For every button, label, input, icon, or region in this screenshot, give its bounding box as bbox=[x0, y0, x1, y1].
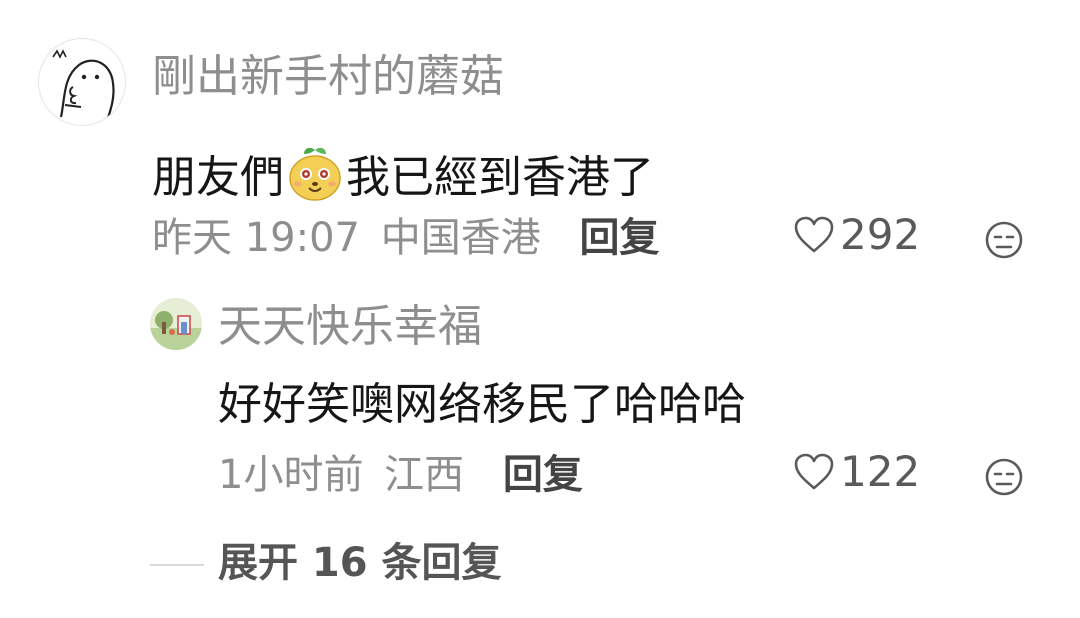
expand-replies-button[interactable]: 展开 16 条回复 bbox=[218, 543, 502, 583]
reply-text: 好好笑噢网络移民了哈哈哈 bbox=[218, 379, 746, 430]
doodle-avatar-icon bbox=[52, 49, 115, 122]
comment-text-after: 我已經到香港了 bbox=[346, 152, 654, 203]
reply-username[interactable]: 天天快乐幸福 bbox=[218, 305, 482, 349]
comment-like-count: 292 bbox=[840, 210, 921, 259]
mushroom-face-emoji-icon bbox=[286, 144, 344, 210]
comment-location: 中国香港 bbox=[380, 215, 541, 261]
reply-meta: 1小时前 江西 回复 bbox=[218, 455, 583, 495]
comment-reply-button[interactable]: 回复 bbox=[579, 215, 659, 261]
comment-like-button[interactable]: 292 bbox=[792, 214, 920, 256]
reply-like-button[interactable]: 122 bbox=[792, 451, 920, 493]
meh-face-icon bbox=[985, 221, 1023, 259]
comment-text: 朋友們 我已經到香港了 bbox=[152, 144, 654, 210]
comment-meta: 昨天 19:07 中国香港 回复 bbox=[152, 218, 659, 258]
comment-time: 昨天 19:07 bbox=[152, 215, 360, 261]
avatar[interactable] bbox=[38, 38, 126, 126]
comment-text-before: 朋友們 bbox=[152, 152, 284, 203]
comment-dislike-button[interactable] bbox=[984, 220, 1024, 264]
reply-like-count: 122 bbox=[840, 447, 921, 496]
scenery-avatar-icon bbox=[150, 298, 202, 350]
reply-location: 江西 bbox=[384, 452, 465, 498]
heart-icon bbox=[794, 453, 834, 490]
meh-face-icon bbox=[985, 458, 1023, 496]
expand-divider bbox=[150, 564, 204, 566]
reply-time: 1小时前 bbox=[218, 452, 364, 498]
reply-dislike-button[interactable] bbox=[984, 457, 1024, 501]
reply-reply-button[interactable]: 回复 bbox=[503, 452, 583, 498]
comment-username[interactable]: 剛出新手村的蘑菇 bbox=[152, 55, 504, 99]
reply-avatar[interactable] bbox=[150, 298, 202, 350]
heart-icon bbox=[794, 216, 834, 253]
